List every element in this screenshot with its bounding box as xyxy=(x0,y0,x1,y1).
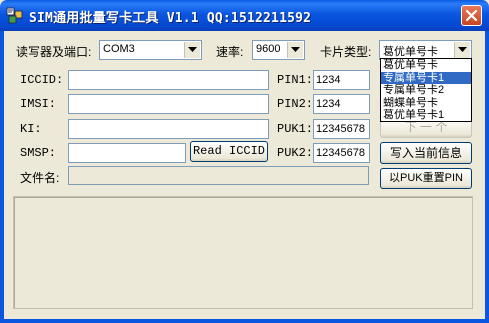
card-type-option[interactable]: 葛优单号卡 xyxy=(381,59,471,72)
window-title: SIM通用批量写卡工具 V1.1 QQ:1512211592 xyxy=(29,11,312,26)
rate-select-arrow[interactable] xyxy=(287,42,303,58)
pin2-label: PIN2: xyxy=(277,97,314,111)
chevron-down-icon xyxy=(291,47,300,52)
puk2-field[interactable]: 12345678 xyxy=(313,143,370,163)
iccid-label: ICCID: xyxy=(20,73,64,87)
title-bar[interactable]: SIM通用批量写卡工具 V1.1 QQ:1512211592 xyxy=(0,0,489,31)
port-select-value: COM3 xyxy=(103,43,135,55)
port-select[interactable]: COM3 xyxy=(99,40,202,60)
iccid-field[interactable] xyxy=(68,70,269,90)
reset-pin-button[interactable]: 以PUK重置PIN xyxy=(380,168,472,189)
card-type-option[interactable]: 葛优单号卡1 xyxy=(381,109,471,122)
card-type-option-highlighted[interactable]: 专属单号卡1 xyxy=(381,71,471,84)
port-select-arrow[interactable] xyxy=(184,42,200,58)
window-frame-right xyxy=(485,31,489,323)
puk1-field[interactable]: 12345678 xyxy=(313,119,370,139)
close-button[interactable] xyxy=(461,5,482,26)
port-label: 读写器及端口: xyxy=(16,45,92,59)
rate-select[interactable]: 9600 xyxy=(252,40,305,60)
card-type-select[interactable]: 葛优单号卡 xyxy=(379,40,472,60)
chevron-down-icon xyxy=(458,47,467,52)
rate-label: 速率: xyxy=(216,45,244,59)
filename-field xyxy=(68,166,369,185)
read-iccid-button[interactable]: Read ICCID xyxy=(190,141,268,162)
write-info-button[interactable]: 写入当前信息 xyxy=(380,142,472,164)
card-type-select-value: 葛优单号卡 xyxy=(383,46,438,58)
card-type-select-arrow[interactable] xyxy=(454,42,470,58)
smsp-field[interactable] xyxy=(68,143,186,163)
app-icon xyxy=(6,7,24,24)
ki-label: KI: xyxy=(20,122,42,136)
ki-field[interactable] xyxy=(68,119,269,139)
window-frame-bottom xyxy=(0,319,489,323)
card-type-option[interactable]: 蝴蝶单号卡 xyxy=(381,97,471,110)
card-type-option[interactable]: 专属单号卡2 xyxy=(381,84,471,97)
app-window: SIM通用批量写卡工具 V1.1 QQ:1512211592 读写器及端口: C… xyxy=(0,0,489,323)
puk2-label: PUK2: xyxy=(277,146,314,160)
imsi-label: IMSI: xyxy=(20,97,57,111)
pin2-field[interactable]: 1234 xyxy=(313,94,370,114)
smsp-label: SMSP: xyxy=(20,146,57,160)
chevron-down-icon xyxy=(188,47,197,52)
rate-select-value: 9600 xyxy=(256,43,281,55)
filename-label: 文件名: xyxy=(20,171,60,185)
window-frame-left xyxy=(0,31,4,323)
pin1-field[interactable]: 1234 xyxy=(313,70,370,90)
log-panel[interactable] xyxy=(13,196,473,309)
close-icon xyxy=(465,9,478,22)
card-type-label: 卡片类型: xyxy=(320,45,372,59)
imsi-field[interactable] xyxy=(68,94,269,114)
card-type-dropdown-list[interactable]: 葛优单号卡 专属单号卡1 专属单号卡2 蝴蝶单号卡 葛优单号卡1 xyxy=(380,58,472,122)
puk1-label: PUK1: xyxy=(277,122,314,136)
pin1-label: PIN1: xyxy=(277,73,314,87)
